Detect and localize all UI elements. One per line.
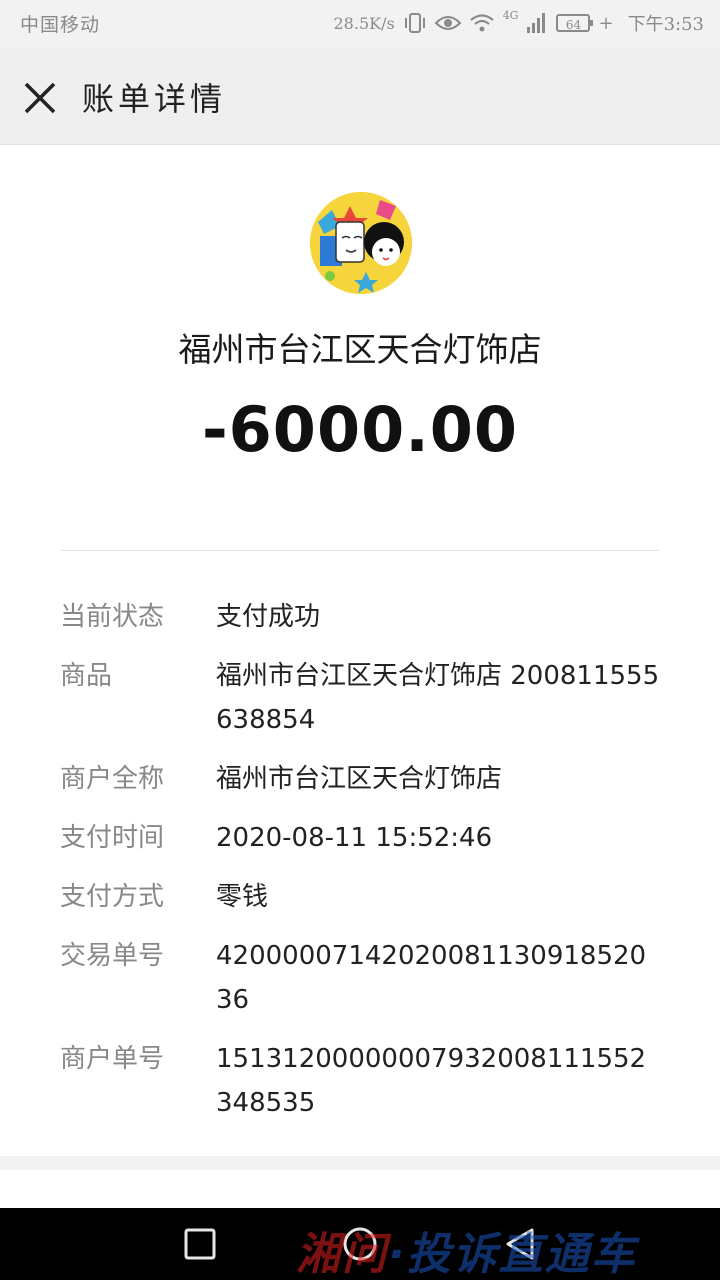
page-title: 账单详情 [82, 80, 227, 118]
detail-row-pay-time: 支付时间 2020-08-11 15:52:46 [60, 816, 660, 860]
detail-row-product: 商品 福州市台江区天合灯饰店 200811555638854 [60, 654, 660, 742]
charging-icon: + [598, 12, 614, 34]
bill-detail-card: 福州市台江区天合灯饰店 -6000.00 当前状态 支付成功 商品 福州市台江区… [0, 145, 720, 1155]
detail-row-merchant: 商户全称 福州市台江区天合灯饰店 [60, 757, 660, 801]
merchant-avatar-image [310, 192, 412, 294]
system-nav-bar: 湘问·投诉直通车 [0, 1208, 720, 1280]
network-type: 4G [502, 8, 519, 22]
divider [60, 550, 660, 551]
detail-list: 当前状态 支付成功 商品 福州市台江区天合灯饰店 200811555638854… [60, 595, 660, 1140]
watermark-part-1: 湘问 [296, 1229, 388, 1280]
detail-row-status: 当前状态 支付成功 [60, 595, 660, 639]
detail-value: 4200000714202008113091852036 [216, 941, 647, 1015]
detail-label: 商品 [60, 661, 113, 691]
battery-icon: 64 [556, 14, 594, 32]
detail-value: 支付成功 [216, 602, 321, 632]
wifi-icon [469, 14, 494, 32]
vibrate-icon [404, 13, 425, 33]
merchant-name: 福州市台江区天合灯饰店 [178, 330, 542, 369]
detail-row-transaction-id: 交易单号 4200000714202008113091852036 [60, 934, 660, 1022]
detail-row-pay-method: 支付方式 零钱 [60, 875, 660, 919]
merchant-avatar [310, 192, 412, 294]
header-bar: 账单详情 [0, 48, 720, 145]
battery-level: 64 [565, 18, 582, 32]
watermark: 湘问·投诉直通车 [296, 1218, 637, 1282]
section-separator [0, 1156, 720, 1170]
detail-label: 支付方式 [60, 882, 165, 912]
detail-label: 当前状态 [60, 602, 165, 632]
detail-value: 2020-08-11 15:52:46 [216, 823, 493, 853]
detail-label: 商户单号 [60, 1044, 165, 1074]
watermark-part-2: ·投诉直通车 [388, 1229, 637, 1280]
status-icons: 28.5K/s 4G 64 + 下午3:53 [333, 8, 705, 36]
eye-icon [434, 16, 461, 30]
close-icon[interactable] [20, 78, 60, 118]
status-time: 下午3:53 [627, 14, 704, 35]
carrier-label: 中国移动 [20, 14, 101, 36]
detail-label: 支付时间 [60, 823, 165, 853]
detail-value: 15131200000007932008111552348535 [216, 1044, 647, 1118]
detail-label: 交易单号 [60, 941, 165, 971]
detail-value: 福州市台江区天合灯饰店 [216, 764, 503, 794]
detail-label: 商户全称 [60, 764, 165, 794]
bill-amount: -6000.00 [201, 393, 519, 466]
detail-value: 零钱 [216, 882, 269, 912]
network-speed: 28.5K/s [333, 13, 395, 33]
signal-icon [527, 13, 546, 33]
detail-value: 福州市台江区天合灯饰店 200811555638854 [216, 661, 660, 735]
detail-row-merchant-order-id: 商户单号 15131200000007932008111552348535 [60, 1037, 660, 1125]
status-bar: 中国移动 28.5K/s 4G 64 + 下午3:53 [0, 0, 720, 48]
recent-apps-icon[interactable] [182, 1226, 218, 1262]
